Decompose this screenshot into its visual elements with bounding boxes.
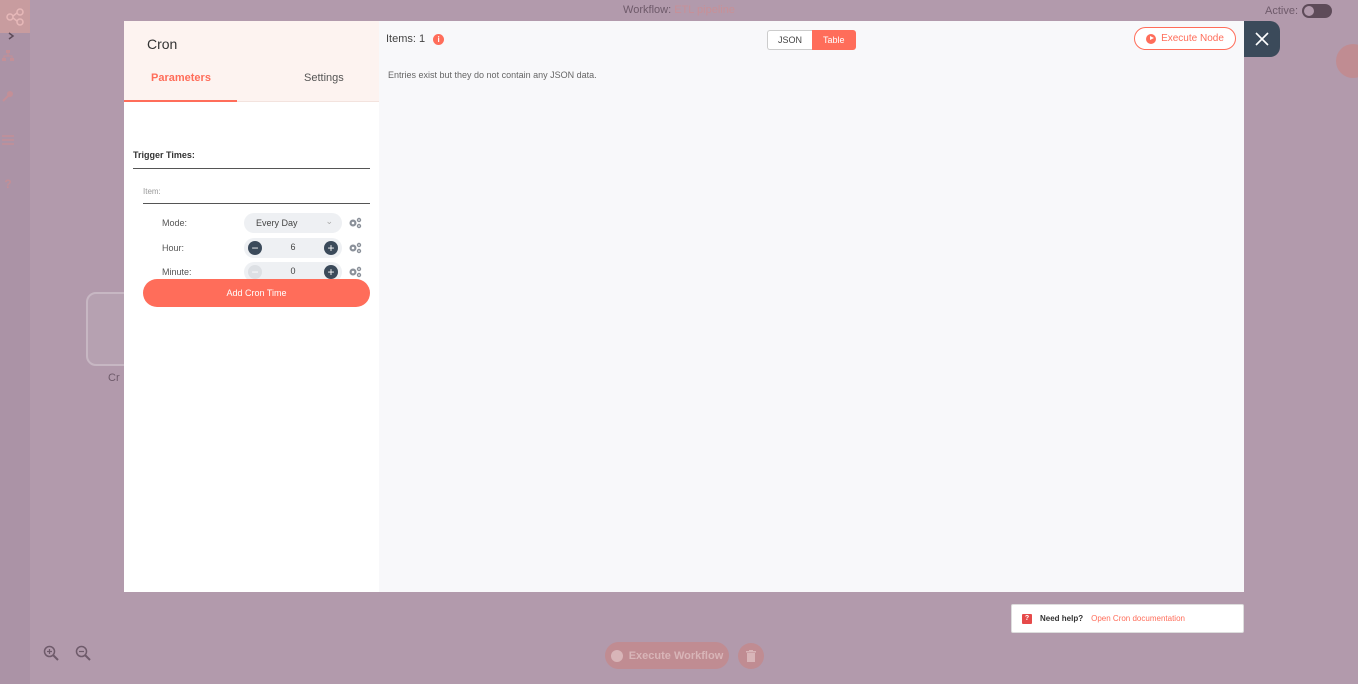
minute-decrement-button[interactable]: − [248, 265, 262, 279]
hour-label: Hour: [162, 243, 185, 253]
list-icon[interactable] [0, 132, 16, 148]
mode-label: Mode: [162, 218, 188, 228]
minute-value[interactable]: 0 [268, 266, 318, 276]
table-view-button[interactable]: Table [812, 30, 856, 50]
parameters-panel: Cron Parameters Settings Trigger Times: … [124, 21, 379, 592]
hour-decrement-button[interactable]: − [248, 241, 262, 255]
mode-value: Every Day [256, 218, 298, 228]
panel-header: Cron Parameters Settings [124, 21, 379, 102]
mode-select[interactable]: Every Day ⌄ [244, 213, 342, 233]
gears-icon[interactable] [348, 266, 362, 278]
play-circle-icon [610, 649, 623, 662]
cron-node-label: Cr [108, 372, 120, 384]
expand-chevron-icon[interactable] [3, 28, 19, 44]
hour-increment-button[interactable]: + [324, 241, 338, 255]
divider [133, 168, 370, 169]
tab-settings[interactable]: Settings [304, 72, 344, 84]
gears-icon[interactable] [348, 242, 362, 254]
divider [143, 203, 370, 204]
view-switch: JSON Table [767, 30, 856, 50]
active-toggle-group: Active: [1265, 4, 1332, 18]
zoom-out-icon[interactable] [75, 645, 91, 661]
output-panel: Items: 1 i JSON Table Execute Node Entri… [379, 21, 1244, 592]
execute-workflow-button[interactable]: Execute Workflow [605, 642, 729, 669]
minute-label: Minute: [162, 267, 192, 277]
minute-increment-button[interactable]: + [324, 265, 338, 279]
help-toast: ? Need help? Open Cron documentation [1011, 604, 1244, 633]
question-icon: ? [1022, 613, 1032, 624]
workflow-label: Workflow: [623, 4, 672, 16]
active-label: Active: [1264, 5, 1298, 17]
hour-stepper[interactable]: − 6 + [244, 238, 342, 258]
documentation-link[interactable]: Open Cron documentation [1091, 614, 1185, 623]
help-prefix: Need help? [1040, 614, 1084, 623]
item-label: Item: [143, 187, 161, 196]
tab-parameters[interactable]: Parameters [151, 72, 211, 84]
close-modal-button[interactable] [1244, 21, 1280, 57]
key-icon[interactable] [0, 88, 16, 104]
execute-workflow-label: Execute Workflow [628, 649, 724, 662]
hour-value[interactable]: 6 [268, 242, 318, 252]
help-question-icon[interactable]: ? [0, 176, 16, 192]
json-view-button[interactable]: JSON [767, 30, 813, 50]
items-label: Items: 1 [386, 33, 426, 45]
empty-output-message: Entries exist but they do not contain an… [388, 70, 597, 80]
play-circle-icon [1146, 33, 1157, 44]
left-sidebar: ? [0, 0, 30, 684]
items-count: Items: 1 i [386, 33, 445, 45]
gears-icon[interactable] [348, 217, 362, 229]
node-settings-modal: Cron Parameters Settings Trigger Times: … [124, 21, 1244, 592]
zoom-in-icon[interactable] [43, 645, 59, 661]
active-tab-indicator [124, 100, 237, 102]
trash-icon [746, 650, 756, 662]
node-title[interactable]: Cron [147, 36, 177, 52]
add-cron-time-button[interactable]: Add Cron Time [143, 279, 370, 307]
info-icon[interactable]: i [433, 33, 445, 45]
trigger-times-label: Trigger Times: [133, 150, 195, 160]
workflow-title: Workflow: ETL pipeline [0, 4, 1358, 16]
delete-workflow-button[interactable] [738, 643, 764, 669]
chevron-down-icon: ⌄ [325, 216, 333, 226]
workflow-name[interactable]: ETL pipeline [674, 4, 735, 16]
execute-node-label: Execute Node [1161, 33, 1224, 44]
execute-node-button[interactable]: Execute Node [1134, 27, 1236, 50]
close-icon [1255, 32, 1269, 46]
network-icon[interactable] [0, 48, 16, 64]
active-toggle[interactable] [1302, 4, 1332, 18]
